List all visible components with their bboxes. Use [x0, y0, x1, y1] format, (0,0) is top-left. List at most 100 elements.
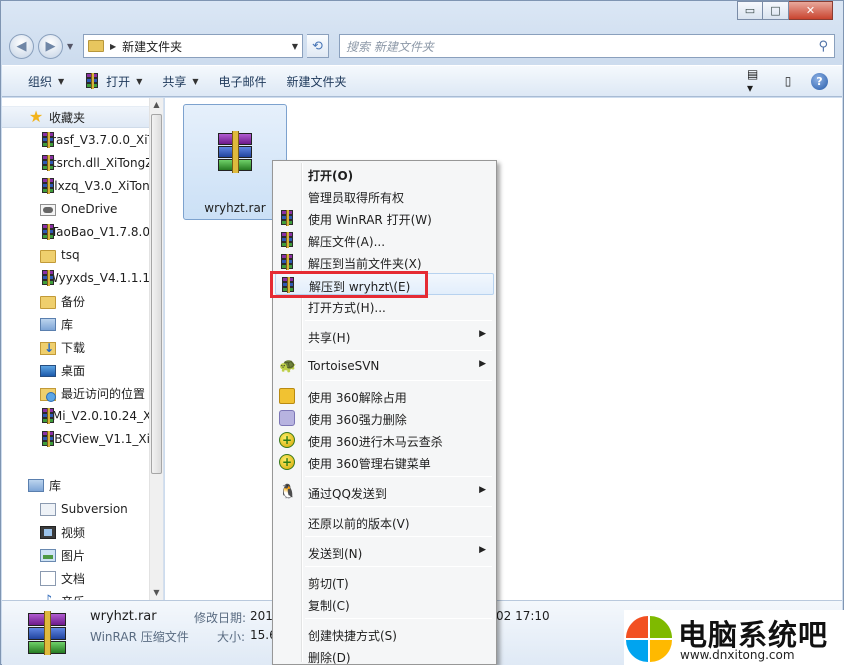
context-menu-item[interactable]: 创建快捷方式(S)	[275, 623, 494, 645]
nav-library-item[interactable]: ♪ 音乐	[2, 590, 150, 600]
forward-arrow-icon: ▶	[45, 38, 56, 54]
forward-button[interactable]: ▶	[38, 33, 63, 59]
context-menu-item[interactable]: 🐢 TortoiseSVN ▶	[275, 355, 494, 377]
nav-favorite-item[interactable]: JiMi_V2.0.10.24_XiTongZhiJia	[2, 405, 150, 427]
nav-library-item[interactable]: 文档	[2, 567, 150, 589]
details-file-type: WinRAR 压缩文件	[90, 630, 189, 644]
open-label: 打开	[106, 74, 131, 89]
back-button[interactable]: ◀	[9, 33, 34, 59]
context-menu-item[interactable]: + 使用 360进行木马云查杀	[275, 429, 494, 451]
chevron-down-icon: ▼	[192, 76, 199, 86]
email-button[interactable]: 电子邮件	[209, 66, 277, 96]
context-menu-item[interactable]: + 使用 360管理右键菜单	[275, 451, 494, 473]
new-folder-button[interactable]: 新建文件夹	[277, 66, 357, 96]
menu-item-label: 通过QQ发送到	[308, 487, 387, 501]
context-menu-item[interactable]: 解压文件(A)...	[275, 229, 494, 251]
menu-item-label: 创建快捷方式(S)	[308, 629, 397, 643]
menu-item-label: 打开(O)	[308, 169, 354, 183]
refresh-button[interactable]: ⟲	[307, 34, 329, 58]
context-menu-item[interactable]: 使用 360强力删除	[275, 407, 494, 429]
360-scan-icon: +	[279, 432, 295, 448]
nav-favorite-item[interactable]: 库	[2, 313, 150, 335]
help-icon[interactable]: ?	[811, 72, 828, 90]
recent-pages-dropdown[interactable]: ▼	[67, 42, 77, 51]
submenu-arrow-icon: ▶	[479, 329, 486, 339]
submenu-arrow-icon: ▶	[479, 359, 486, 369]
nav-item-label: 库	[61, 317, 74, 332]
nav-library-item[interactable]: 图片	[2, 544, 150, 566]
address-path[interactable]: 新建文件夹	[122, 38, 286, 55]
breadcrumb-chevron-icon[interactable]: ▶	[110, 42, 116, 51]
nav-favorite-item[interactable]: OneDrive	[2, 198, 150, 220]
nav-favorite-item[interactable]: DBCView_V1.1_XiTongZhiJia	[2, 428, 150, 450]
nav-favorite-item[interactable]: tsq	[2, 244, 150, 266]
context-menu-item[interactable]: 共享(H) ▶	[275, 325, 494, 347]
close-button[interactable]: ✕	[789, 1, 833, 20]
svn-icon	[40, 502, 56, 516]
nav-library-item[interactable]: Subversion	[2, 498, 150, 520]
folder-icon	[40, 249, 56, 263]
nav-favorite-item[interactable]: 备份	[2, 290, 150, 312]
submenu-arrow-icon: ▶	[479, 485, 486, 495]
context-menu-item[interactable]: 使用 WinRAR 打开(W)	[275, 207, 494, 229]
nav-item-label: 视频	[61, 525, 86, 540]
context-menu-item[interactable]: 复制(C)	[275, 593, 494, 615]
maximize-button[interactable]: □	[763, 1, 789, 20]
scroll-up-arrow-icon[interactable]: ▲	[150, 98, 163, 112]
menu-item-label: 使用 WinRAR 打开(W)	[308, 213, 432, 227]
nav-favorite-item[interactable]: TaoBao_V1.7.8.0	[2, 221, 150, 243]
scrollbar-thumb[interactable]	[151, 114, 162, 474]
address-dropdown-icon[interactable]: ▼	[292, 42, 298, 51]
new-folder-label: 新建文件夹	[286, 74, 347, 89]
search-icon[interactable]: ⚲	[818, 39, 828, 54]
minimize-button[interactable]: ▭	[737, 1, 763, 20]
nav-item-label: TaoBao_V1.7.8.0	[50, 225, 150, 239]
favorites-label: 收藏夹	[49, 110, 86, 125]
context-menu-item[interactable]: 解压到当前文件夹(X)	[275, 251, 494, 273]
context-menu-item[interactable]: 打开方式(H)...	[275, 295, 494, 317]
nav-favorite-item[interactable]: 桌面	[2, 359, 150, 381]
context-menu-item[interactable]: 删除(D)	[275, 645, 494, 665]
nav-item-label: 备份	[61, 294, 86, 309]
context-menu-item[interactable]: 使用 360解除占用	[275, 385, 494, 407]
nav-pane-scrollbar[interactable]: ▲ ▼	[149, 98, 163, 600]
scroll-down-arrow-icon[interactable]: ▼	[150, 586, 163, 600]
nav-favorite-item[interactable]: 最近访问的位置	[2, 382, 150, 404]
folder-icon	[88, 40, 104, 52]
nav-favorite-item[interactable]: Ftsrch.dll_XiTongZhiJia	[2, 152, 150, 174]
libraries-header[interactable]: 库	[2, 474, 150, 496]
organize-button[interactable]: 组织 ▼	[18, 66, 74, 96]
share-label: 共享	[162, 74, 187, 89]
context-menu-item[interactable]: 发送到(N) ▶	[275, 541, 494, 563]
chevron-down-icon: ▼	[58, 76, 65, 86]
folder-icon	[40, 295, 56, 309]
favorites-header[interactable]: ★ 收藏夹	[2, 106, 150, 128]
context-menu-item[interactable]: 🐧 通过QQ发送到 ▶	[275, 481, 494, 503]
nav-favorite-item[interactable]: Wyyxds_V4.1.1.1	[2, 267, 150, 289]
share-button[interactable]: 共享 ▼	[152, 66, 208, 96]
context-menu-item[interactable]: 还原以前的版本(V)	[275, 511, 494, 533]
navigation-pane: ★ 收藏夹 Frasf_V3.7.0.0_XiTongZhiJia Ftsrch.…	[2, 98, 164, 600]
file-list-area[interactable]: wryhzt.rar	[165, 98, 842, 600]
change-view-icon[interactable]: ▤ ▾	[747, 67, 765, 95]
nav-item-label: 图片	[61, 548, 86, 563]
open-button[interactable]: 打开 ▼	[74, 66, 152, 96]
360-unlock-icon	[279, 388, 295, 404]
refresh-icon: ⟲	[312, 38, 323, 54]
360-menu-icon: +	[279, 454, 295, 470]
preview-pane-icon[interactable]: ▯	[779, 72, 797, 90]
qq-icon: 🐧	[279, 484, 297, 500]
search-input[interactable]: 搜索 新建文件夹 ⚲	[339, 34, 835, 58]
nav-favorite-item[interactable]: Frasf_V3.7.0.0_XiTongZhiJia	[2, 129, 150, 151]
nav-favorite-item[interactable]: 下载	[2, 336, 150, 358]
context-menu-item[interactable]: 剪切(T)	[275, 571, 494, 593]
chevron-down-icon: ▼	[136, 76, 143, 86]
nav-library-item[interactable]: 视频	[2, 521, 150, 543]
address-bar[interactable]: ▶ 新建文件夹 ▼	[83, 34, 303, 58]
nav-item-label: Wyyxds_V4.1.1.1	[46, 271, 150, 285]
chevron-down-icon: ▼	[67, 41, 74, 51]
context-menu-item[interactable]: 打开(O)	[275, 163, 494, 185]
context-menu-item[interactable]: 管理员取得所有权	[275, 185, 494, 207]
nav-favorite-item[interactable]: Glxzq_V3.0_XiTongZhiJia	[2, 175, 150, 197]
video-icon	[40, 525, 56, 539]
